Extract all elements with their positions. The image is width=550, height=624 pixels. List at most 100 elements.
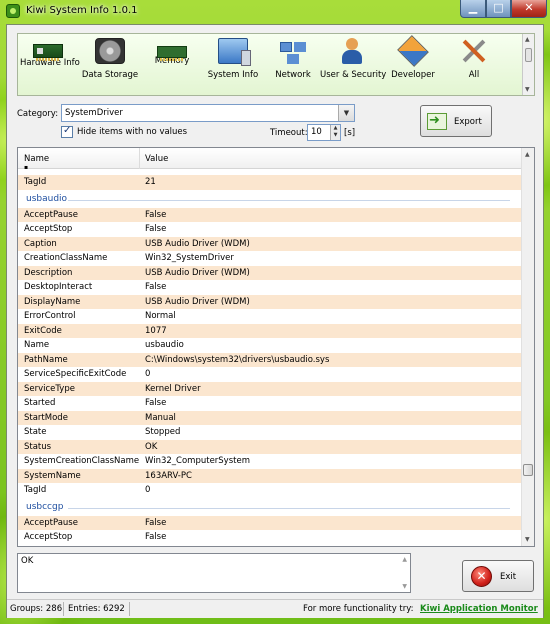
close-icon: ✕ xyxy=(471,566,492,587)
table-row[interactable]: DesktopInteract False xyxy=(18,280,522,295)
close-button[interactable]: ✕ xyxy=(511,0,547,18)
output-text: OK xyxy=(21,556,34,566)
scroll-down-icon[interactable]: ▼ xyxy=(525,536,530,543)
group-title: usbccgp xyxy=(26,501,64,512)
grid-header: Name Value xyxy=(18,148,522,169)
cell-name: ErrorControl xyxy=(24,311,76,321)
toolbar-scrollbar[interactable]: ▲ ▼ xyxy=(522,34,534,95)
table-row[interactable]: CreationClassName Win32_SystemDriver xyxy=(18,251,522,266)
table-row[interactable]: AcceptStop False xyxy=(18,530,522,545)
table-row[interactable]: AcceptStop False xyxy=(18,222,522,237)
output-textbox[interactable]: OK ▲ ▼ xyxy=(17,553,411,593)
scroll-up-icon[interactable]: ▲ xyxy=(402,556,407,563)
table-row[interactable]: StartMode Manual xyxy=(18,410,522,425)
table-row[interactable]: Caption USB Audio Driver (WDM) xyxy=(18,236,522,251)
kiwi-app-icon xyxy=(6,4,20,18)
status-divider xyxy=(63,602,64,616)
cell-name: AcceptStop xyxy=(24,224,73,234)
timeout-value: 10 xyxy=(311,127,322,137)
table-row[interactable]: Description USB Audio Driver (WDM) xyxy=(18,265,522,280)
scrollbar-thumb[interactable] xyxy=(523,464,533,476)
column-divider[interactable] xyxy=(139,148,140,169)
maximize-button[interactable]: □ xyxy=(486,0,511,18)
cell-value: False xyxy=(145,209,167,220)
table-row[interactable]: SystemCreationClassName Win32_ComputerSys… xyxy=(18,454,522,469)
group-divider xyxy=(68,507,510,509)
table-row[interactable]: AcceptPause False xyxy=(18,207,522,222)
spinner-arrows-icon[interactable]: ▲ ▼ xyxy=(330,125,340,140)
category-value: SystemDriver xyxy=(65,108,123,118)
timeout-spinner[interactable]: 10 ▲ ▼ xyxy=(307,124,341,141)
hardware-icon xyxy=(33,44,63,61)
table-row[interactable]: PathName C:\Windows\system32\drivers\usba… xyxy=(18,352,522,367)
grid-scrollbar[interactable]: ▲ ▼ xyxy=(521,148,534,546)
tools-icon xyxy=(459,38,489,64)
window-title: Kiwi System Info 1.0.1 xyxy=(26,5,138,16)
toolbar-hardware-info[interactable]: Hardware Info xyxy=(20,38,80,92)
hide-empty-option[interactable]: Hide items with no values xyxy=(61,125,188,138)
table-row[interactable]: State Stopped xyxy=(18,425,522,440)
cell-name: DisplayName xyxy=(24,296,81,307)
table-row[interactable]: ServiceType Kernel Driver xyxy=(18,381,522,396)
toolbar-developer[interactable]: Developer xyxy=(388,35,438,92)
hide-empty-label: Hide items with no values xyxy=(77,127,188,137)
exit-button[interactable]: ✕ Exit xyxy=(462,560,534,592)
toolbar-network[interactable]: Network xyxy=(270,38,316,92)
group-header[interactable]: usbccgp xyxy=(18,497,522,516)
promo-link[interactable]: Kiwi Application Monitor xyxy=(420,604,538,614)
cell-value: False xyxy=(145,282,167,292)
toolbar-all[interactable]: All xyxy=(454,38,494,92)
status-bar: Groups: 286 Entries: 6292 For more funct… xyxy=(7,599,543,618)
toolbar-user-security[interactable]: User & Security xyxy=(320,38,386,92)
scroll-down-icon[interactable]: ▼ xyxy=(402,583,407,590)
cell-value: Manual xyxy=(145,412,176,423)
cell-value: USB Audio Driver (WDM) xyxy=(145,267,250,278)
cell-value: 0 xyxy=(145,369,151,379)
column-header-name[interactable]: Name xyxy=(24,154,49,164)
column-header-value[interactable]: Value xyxy=(145,154,168,164)
cell-name: AcceptPause xyxy=(24,209,78,220)
table-row[interactable]: Status OK xyxy=(18,439,522,454)
table-row[interactable]: DisplayName USB Audio Driver (WDM) xyxy=(18,294,522,309)
status-divider xyxy=(129,602,130,616)
cell-value: 0 xyxy=(145,485,151,495)
toolbar-label: Developer xyxy=(391,70,435,80)
table-row[interactable]: ErrorControl Normal xyxy=(18,309,522,324)
table-row[interactable]: TagId 21 xyxy=(18,175,522,190)
entries-count: Entries: 6292 xyxy=(68,604,125,614)
chevron-down-icon[interactable]: ▼ xyxy=(338,105,354,121)
timeout-label: Timeout: xyxy=(270,128,308,138)
hide-empty-checkbox[interactable] xyxy=(61,125,73,138)
cell-value: usbaudio xyxy=(145,340,184,350)
cell-value: 1077 xyxy=(145,325,167,336)
network-icon xyxy=(278,38,308,64)
toolbar-memory[interactable]: Memory xyxy=(148,38,196,92)
exit-label: Exit xyxy=(500,572,517,582)
table-row[interactable]: AcceptPause False xyxy=(18,515,522,530)
export-button[interactable]: Export xyxy=(420,105,492,137)
system-icon xyxy=(218,38,251,66)
group-divider xyxy=(68,199,510,201)
table-row[interactable]: SystemName 163ARV-PC xyxy=(18,468,522,483)
scroll-up-icon[interactable]: ▲ xyxy=(525,151,530,158)
cell-value: Win32_ComputerSystem xyxy=(145,456,250,466)
cell-value: USB Audio Driver (WDM) xyxy=(145,238,250,249)
cell-name: Caption xyxy=(24,238,57,249)
properties-grid: Name Value ▪ TagId 21 usbaudio AcceptPau… xyxy=(17,147,535,547)
table-row[interactable]: Name usbaudio xyxy=(18,338,522,353)
table-row[interactable]: TagId 0 xyxy=(18,483,522,498)
cell-value: OK xyxy=(145,441,158,452)
scrollbar-thumb[interactable] xyxy=(525,48,532,62)
cell-value: 21 xyxy=(145,177,156,187)
toolbar-system-info[interactable]: System Info xyxy=(206,38,260,92)
group-header[interactable]: usbaudio xyxy=(18,189,522,208)
toolbar-data-storage[interactable]: Data Storage xyxy=(80,38,140,92)
table-row[interactable]: Started False xyxy=(18,396,522,411)
table-row[interactable]: ServiceSpecificExitCode 0 xyxy=(18,367,522,382)
minimize-button[interactable]: ▁ xyxy=(460,0,486,18)
scroll-down-icon[interactable]: ▼ xyxy=(525,86,530,93)
scroll-up-icon[interactable]: ▲ xyxy=(525,36,530,43)
table-row[interactable]: ExitCode 1077 xyxy=(18,323,522,338)
title-bar[interactable]: Kiwi System Info 1.0.1 ▁ □ ✕ xyxy=(0,0,550,22)
category-select[interactable]: SystemDriver ▼ xyxy=(61,104,355,122)
